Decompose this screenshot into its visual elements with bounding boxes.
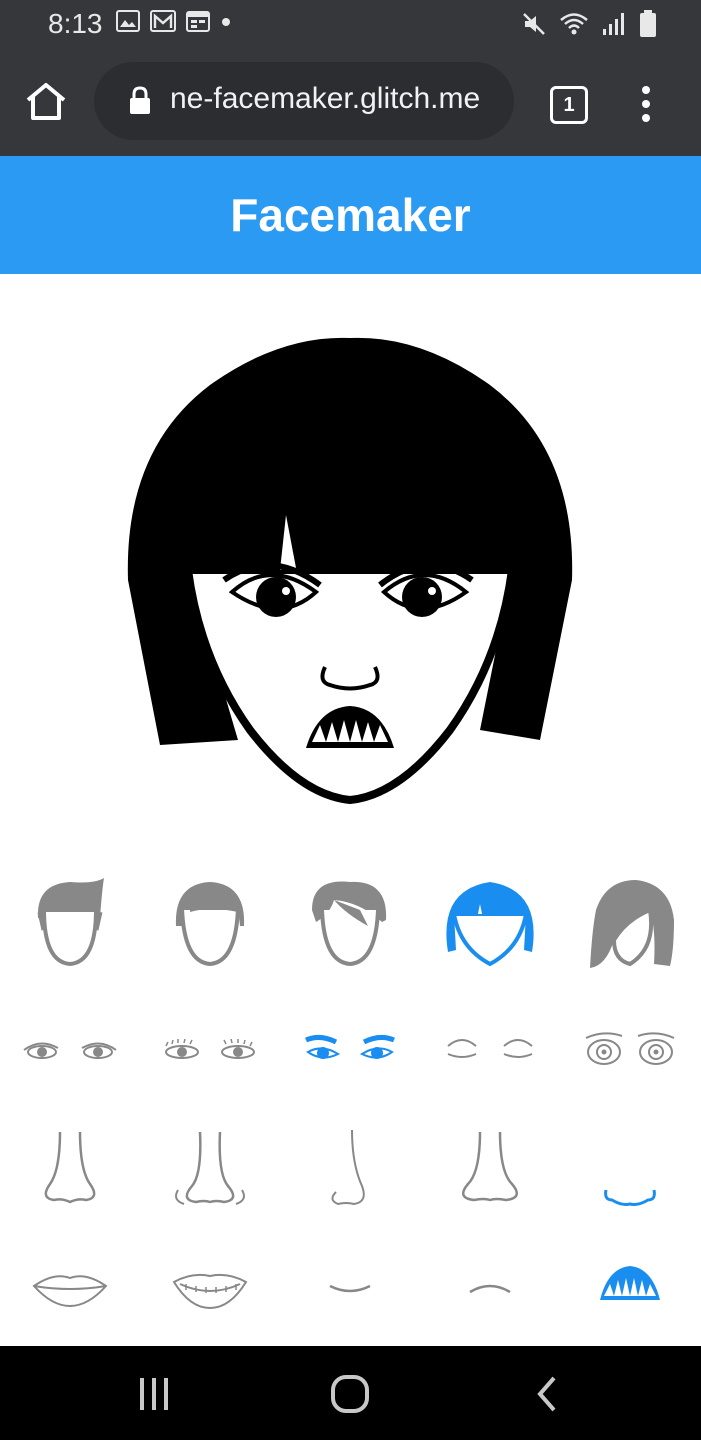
- hair-option-1[interactable]: [10, 870, 130, 970]
- eyes-option-5[interactable]: [570, 1000, 690, 1100]
- system-nav-bar: [0, 1346, 701, 1440]
- hair-option-3[interactable]: [290, 870, 410, 970]
- preview-face: [183, 566, 517, 805]
- address-bar[interactable]: ne-facemaker.glitch.me: [94, 62, 514, 140]
- back-icon[interactable]: [528, 1374, 568, 1414]
- mouth-option-5-selected[interactable]: [570, 1240, 690, 1340]
- face-preview: [127, 337, 573, 805]
- mouth-option-2[interactable]: [150, 1240, 270, 1340]
- recent-apps-icon[interactable]: [134, 1374, 174, 1414]
- dot-icon: [222, 18, 230, 26]
- feature-options: [0, 870, 701, 1340]
- hair-option-2[interactable]: [150, 870, 270, 970]
- notification-icons: [116, 10, 232, 32]
- eyes-option-2[interactable]: [150, 1000, 270, 1100]
- image-icon: [116, 10, 140, 32]
- mouth-option-4[interactable]: [430, 1240, 550, 1340]
- more-menu-icon[interactable]: [636, 84, 656, 124]
- battery-icon: [640, 10, 656, 37]
- nose-option-3[interactable]: [290, 1120, 410, 1220]
- eyes-option-3-selected[interactable]: [290, 1000, 410, 1100]
- wifi-icon: [560, 13, 588, 35]
- nose-option-1[interactable]: [10, 1120, 130, 1220]
- tab-switcher-button[interactable]: 1: [550, 86, 588, 124]
- mute-icon: [523, 13, 545, 35]
- home-icon[interactable]: [22, 78, 70, 126]
- home-nav-icon[interactable]: [330, 1374, 370, 1414]
- hair-option-4-selected[interactable]: [430, 870, 550, 970]
- lock-icon: [130, 86, 150, 114]
- calendar-icon: [186, 11, 210, 32]
- status-bar: 8:13: [0, 0, 701, 48]
- nose-option-5-selected[interactable]: [570, 1120, 690, 1220]
- url-text[interactable]: ne-facemaker.glitch.me: [170, 82, 500, 116]
- mouth-option-1[interactable]: [10, 1240, 130, 1340]
- eyes-option-4[interactable]: [430, 1000, 550, 1100]
- signal-icon: [603, 13, 624, 35]
- hair-option-5[interactable]: [570, 870, 690, 970]
- gmail-icon: [150, 10, 176, 32]
- app-header: Facemaker: [0, 156, 701, 274]
- eyes-option-1[interactable]: [10, 1000, 130, 1100]
- nose-option-4[interactable]: [430, 1120, 550, 1220]
- browser-toolbar: ne-facemaker.glitch.me 1: [0, 48, 701, 156]
- app-title: Facemaker: [230, 189, 471, 241]
- status-time: 8:13: [48, 8, 103, 39]
- mouth-option-3[interactable]: [290, 1240, 410, 1340]
- system-icons: [521, 10, 657, 38]
- nose-option-2[interactable]: [150, 1120, 270, 1220]
